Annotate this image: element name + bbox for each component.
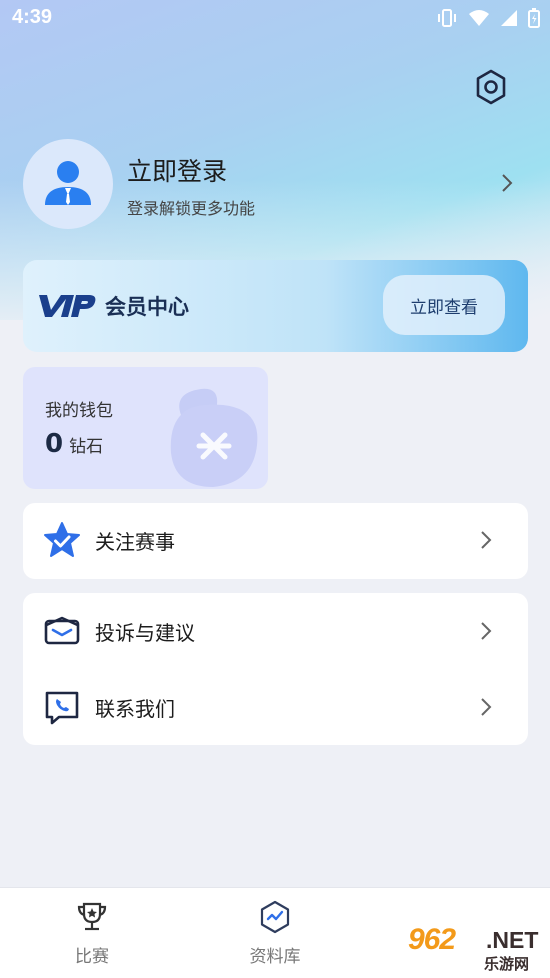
vip-card[interactable]: 会员中心 立即查看 bbox=[23, 260, 528, 352]
gear-icon bbox=[476, 69, 506, 105]
status-bar: 4:39 bbox=[0, 0, 550, 38]
phone-chat-icon bbox=[43, 688, 81, 730]
vip-logo bbox=[37, 292, 97, 324]
chevron-right-icon bbox=[479, 696, 493, 722]
watermark-962-net: 962 .NET 乐游网 bbox=[408, 923, 548, 973]
trophy-icon bbox=[75, 902, 109, 938]
menu-item-feedback[interactable]: 投诉与建议 bbox=[23, 594, 528, 670]
vibrate-icon bbox=[436, 8, 458, 32]
user-avatar-icon bbox=[45, 161, 91, 205]
menu-label: 联系我们 bbox=[95, 697, 175, 721]
menu-card-support: 投诉与建议 联系我们 bbox=[23, 593, 528, 745]
wallet-balance: 0 钻石 bbox=[45, 429, 103, 459]
money-bag-icon bbox=[153, 375, 268, 489]
menu-item-follow[interactable]: 关注赛事 bbox=[23, 503, 528, 579]
tab-matches[interactable]: 比赛 bbox=[37, 900, 147, 967]
star-check-icon bbox=[43, 521, 81, 563]
signal-icon bbox=[500, 9, 518, 31]
tab-database[interactable]: 资料库 bbox=[220, 900, 330, 967]
menu-card-follow: 关注赛事 bbox=[23, 503, 528, 579]
menu-item-contact[interactable]: 联系我们 bbox=[23, 670, 528, 746]
tab-label: 比赛 bbox=[75, 947, 109, 967]
stats-shield-icon bbox=[258, 900, 292, 938]
tab-label: 资料库 bbox=[249, 947, 301, 967]
battery-icon bbox=[528, 8, 540, 32]
menu-label: 关注赛事 bbox=[95, 530, 175, 554]
vip-title: 会员中心 bbox=[105, 295, 189, 319]
wallet-card[interactable]: 我的钱包 0 钻石 bbox=[23, 367, 268, 489]
settings-button[interactable] bbox=[470, 66, 512, 108]
wallet-amount-value: 0 bbox=[45, 429, 64, 459]
menu-label: 投诉与建议 bbox=[95, 621, 195, 645]
chevron-right-icon bbox=[479, 620, 493, 646]
wifi-icon bbox=[468, 9, 490, 31]
login-subtitle: 登录解锁更多功能 bbox=[127, 199, 256, 218]
watermark-site: 乐游网 bbox=[484, 955, 530, 973]
wallet-unit: 钻石 bbox=[69, 437, 104, 457]
status-time: 4:39 bbox=[12, 6, 53, 28]
watermark-number: 962 bbox=[408, 923, 456, 956]
watermark-net: .NET bbox=[486, 927, 539, 953]
chevron-right-icon bbox=[479, 529, 493, 555]
wallet-title: 我的钱包 bbox=[45, 401, 113, 421]
login-title[interactable]: 立即登录 bbox=[127, 152, 227, 188]
status-icons bbox=[436, 8, 540, 32]
login-chevron-right-icon[interactable] bbox=[500, 172, 514, 198]
envelope-icon bbox=[43, 612, 81, 654]
avatar[interactable] bbox=[23, 139, 113, 229]
vip-view-button[interactable]: 立即查看 bbox=[383, 275, 505, 335]
